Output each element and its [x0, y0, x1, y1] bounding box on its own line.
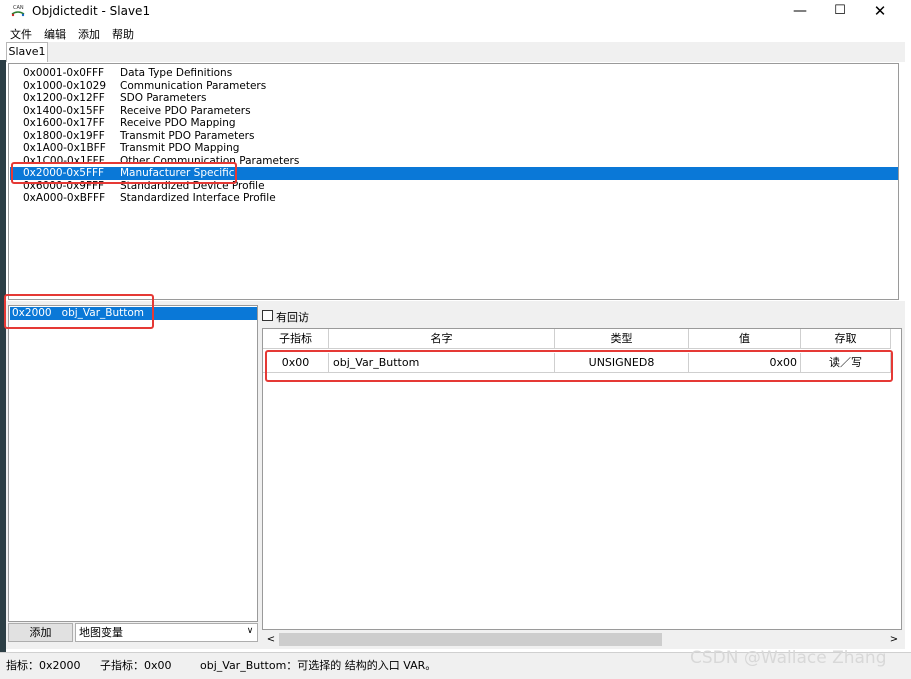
callback-checkbox-label: 有回访 [276, 311, 309, 324]
menu-file[interactable]: 文件 [10, 26, 32, 42]
app-icon: CAN [10, 3, 26, 19]
range-name: Transmit PDO Mapping [120, 142, 240, 154]
range-name: Standardized Interface Profile [120, 192, 276, 204]
chevron-down-icon[interactable]: ∨ [243, 623, 257, 642]
menu-add[interactable]: 添加 [78, 26, 100, 42]
col-header-subindex[interactable]: 子指标 [263, 329, 329, 349]
minimize-icon[interactable]: — [788, 0, 812, 22]
range-name: Transmit PDO Parameters [120, 129, 255, 142]
range-value: 0x1A00-0x1BFF [23, 142, 106, 154]
status-description: obj_Var_Buttom：可选择的 结构的入口 VAR。 [200, 659, 437, 672]
tab-slave1[interactable]: Slave1 [6, 42, 48, 62]
range-name: SDO Parameters [120, 92, 207, 104]
menu-edit[interactable]: 编辑 [44, 26, 66, 42]
range-row[interactable]: 0x1800-0x19FF Transmit PDO Parameters [10, 130, 898, 143]
index-list[interactable]: 0x2000 obj_Var_Buttom [8, 305, 258, 622]
scroll-left-icon[interactable]: < [263, 631, 279, 648]
range-row[interactable]: 0x1A00-0x1BFF Transmit PDO Mapping [10, 142, 898, 155]
maximize-icon[interactable]: ☐ [828, 0, 852, 22]
annotation-box-range [11, 162, 237, 184]
tab-strip [6, 42, 905, 62]
map-type-select[interactable]: 地图变量 [75, 623, 258, 642]
window-title: Objdictedit - Slave1 [32, 4, 151, 18]
col-header-value[interactable]: 值 [689, 329, 801, 349]
range-row[interactable]: 0x1600-0x17FF Receive PDO Mapping [10, 117, 898, 130]
status-subindex: 子指标：0x00 [100, 659, 172, 672]
range-row[interactable]: 0x1200-0x12FF SDO Parameters [10, 92, 898, 105]
scrollbar-thumb[interactable] [279, 633, 662, 646]
range-name: Receive PDO Mapping [120, 117, 236, 129]
range-row[interactable]: 0x1400-0x15FF Receive PDO Parameters [10, 105, 898, 118]
menu-help[interactable]: 帮助 [112, 26, 134, 42]
scroll-right-icon[interactable]: > [886, 631, 902, 648]
range-value: 0xA000-0xBFFF [23, 192, 106, 204]
annotation-box-row [265, 350, 893, 382]
col-header-type[interactable]: 类型 [555, 329, 689, 349]
menu-bar: 文件 编辑 添加 帮助 [6, 24, 905, 42]
close-icon[interactable]: ✕ [868, 0, 892, 22]
range-name: Receive PDO Parameters [120, 104, 251, 117]
callback-checkbox[interactable] [262, 310, 273, 321]
col-header-name[interactable]: 名字 [329, 329, 555, 349]
add-button[interactable]: 添加 [8, 623, 73, 642]
status-index: 指标：0x2000 [6, 659, 81, 672]
range-value: 0x1000-0x1029 [23, 79, 107, 92]
range-value: 0x1400-0x15FF [23, 104, 105, 117]
range-value: 0x0001-0x0FFF [23, 67, 105, 79]
range-name: Communication Parameters [120, 79, 267, 92]
range-value: 0x1800-0x19FF [23, 129, 105, 142]
col-header-access[interactable]: 存取 [801, 329, 891, 349]
svg-text:CAN: CAN [13, 5, 24, 11]
range-row[interactable]: 0x0001-0x0FFF Data Type Definitions [10, 67, 898, 80]
range-row[interactable]: 0x1000-0x1029 Communication Parameters [10, 80, 898, 93]
range-value: 0x1600-0x17FF [23, 117, 105, 129]
watermark: CSDN @Wallace Zhang [690, 648, 887, 668]
range-value: 0x1200-0x12FF [23, 92, 105, 104]
range-name: Data Type Definitions [120, 67, 233, 79]
annotation-box-index [4, 294, 154, 329]
range-row[interactable]: 0xA000-0xBFFF Standardized Interface Prof… [10, 192, 898, 205]
